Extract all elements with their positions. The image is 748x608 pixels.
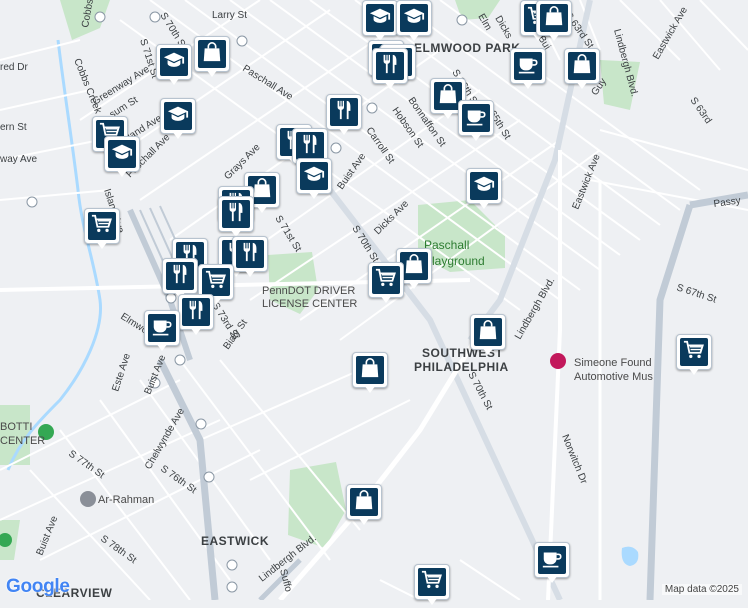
map-marker-restaurant[interactable] bbox=[232, 236, 268, 280]
poi-label-simeone: Simeone Found bbox=[574, 357, 652, 369]
map-marker-school[interactable] bbox=[104, 136, 140, 180]
google-logo-text: Google bbox=[6, 576, 70, 597]
shopping-bag-icon bbox=[251, 177, 273, 204]
cart-icon bbox=[91, 213, 113, 240]
school-icon bbox=[111, 141, 133, 168]
poi-label-botti: BOTTI bbox=[0, 421, 32, 433]
park-label-playground: Playground bbox=[424, 254, 485, 268]
map-marker-restaurant[interactable] bbox=[372, 48, 408, 92]
shopping-bag-icon bbox=[477, 319, 499, 346]
cart-icon bbox=[421, 569, 443, 596]
area-label-philadelphia: PHILADELPHIA bbox=[414, 360, 509, 374]
poi-label-penndot: PennDOT DRIVER bbox=[262, 285, 355, 297]
restaurant-icon bbox=[333, 99, 355, 126]
map-marker-coffee[interactable] bbox=[144, 310, 180, 354]
shopping-bag-icon bbox=[543, 5, 565, 32]
poi-label-license-center: LICENSE CENTER bbox=[262, 298, 357, 310]
map-attribution[interactable]: Map data ©2025 bbox=[661, 584, 742, 595]
map-marker-coffee[interactable] bbox=[458, 100, 494, 144]
cart-icon bbox=[205, 269, 227, 296]
restaurant-icon bbox=[169, 263, 191, 290]
map-marker-cart[interactable] bbox=[84, 208, 120, 252]
map-marker-restaurant[interactable] bbox=[218, 196, 254, 240]
restaurant-icon bbox=[239, 241, 261, 268]
svg-text:red Dr: red Dr bbox=[0, 62, 28, 73]
map-marker-coffee[interactable] bbox=[510, 48, 546, 92]
restaurant-icon bbox=[299, 133, 321, 160]
map-marker-school[interactable] bbox=[396, 0, 432, 44]
poi-label-center: CENTER bbox=[0, 435, 45, 447]
map-marker-shopping-bag[interactable] bbox=[346, 484, 382, 528]
svg-text:Larry St: Larry St bbox=[212, 10, 247, 21]
map-marker-school[interactable] bbox=[160, 98, 196, 142]
shopping-bag-icon bbox=[403, 253, 425, 280]
school-icon bbox=[303, 163, 325, 190]
map-marker-shopping-bag[interactable] bbox=[194, 36, 230, 80]
map-marker-cart[interactable] bbox=[414, 564, 450, 608]
school-icon bbox=[473, 173, 495, 200]
restaurant-icon bbox=[185, 299, 207, 326]
map-marker-restaurant[interactable] bbox=[178, 294, 214, 338]
map-marker-coffee[interactable] bbox=[534, 542, 570, 586]
svg-text:way Ave: way Ave bbox=[0, 154, 37, 165]
shopping-bag-icon bbox=[359, 357, 381, 384]
school-icon bbox=[163, 49, 185, 76]
map-marker-school[interactable] bbox=[296, 158, 332, 202]
shopping-bag-icon bbox=[353, 489, 375, 516]
restaurant-icon bbox=[225, 201, 247, 228]
school-icon bbox=[369, 5, 391, 32]
map-marker-shopping-bag[interactable] bbox=[564, 48, 600, 92]
map-marker-school[interactable] bbox=[466, 168, 502, 212]
shopping-bag-icon bbox=[201, 41, 223, 68]
poi-label-automotive: Automotive Mus bbox=[574, 371, 653, 383]
coffee-icon bbox=[465, 105, 487, 132]
poi-label-ar-rahman: Ar-Rahman bbox=[98, 494, 154, 506]
coffee-icon bbox=[151, 315, 173, 342]
area-label-eastwick: EASTWICK bbox=[201, 534, 269, 548]
shopping-bag-icon bbox=[437, 83, 459, 110]
svg-text:ern St: ern St bbox=[0, 122, 27, 133]
shopping-bag-icon bbox=[571, 53, 593, 80]
map-marker-cart[interactable] bbox=[368, 262, 404, 306]
map-marker-restaurant[interactable] bbox=[326, 94, 362, 138]
school-icon bbox=[167, 103, 189, 130]
coffee-icon bbox=[541, 547, 563, 574]
cart-icon bbox=[683, 339, 705, 366]
map-marker-shopping-bag[interactable] bbox=[352, 352, 388, 396]
map-marker-shopping-bag[interactable] bbox=[470, 314, 506, 358]
coffee-icon bbox=[517, 53, 539, 80]
map-marker-cart[interactable] bbox=[676, 334, 712, 378]
google-logo: Google bbox=[6, 576, 70, 598]
cart-icon bbox=[375, 267, 397, 294]
map-marker-school[interactable] bbox=[362, 0, 398, 44]
restaurant-icon bbox=[379, 53, 401, 80]
school-icon bbox=[403, 5, 425, 32]
map-marker-school[interactable] bbox=[156, 44, 192, 88]
map-marker-shopping-bag[interactable] bbox=[536, 0, 572, 44]
